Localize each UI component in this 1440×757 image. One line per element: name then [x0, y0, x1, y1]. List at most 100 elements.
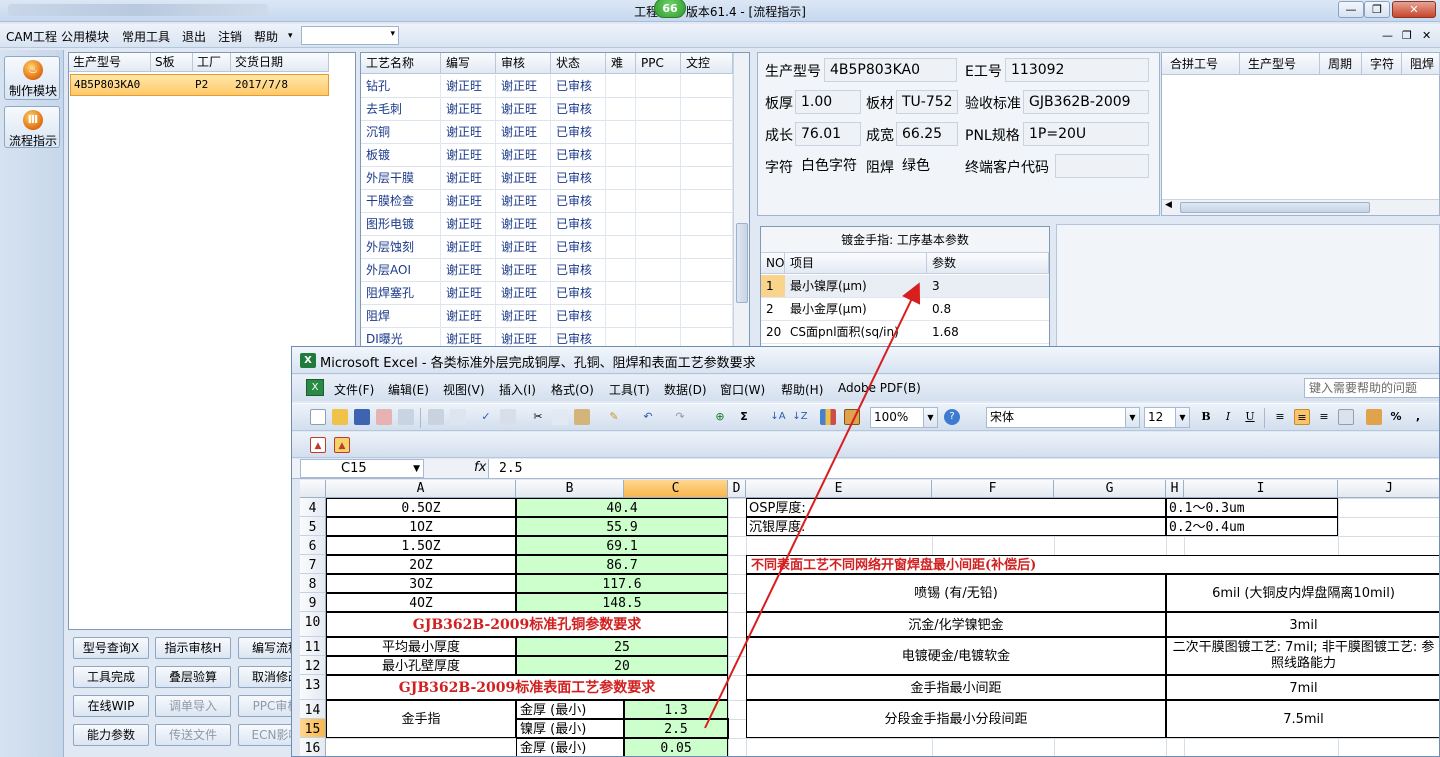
- save-icon[interactable]: [354, 409, 370, 425]
- field-thickness[interactable]: 1.00: [795, 90, 861, 114]
- cut-icon[interactable]: ✂: [530, 409, 546, 425]
- field-customer[interactable]: [1055, 154, 1149, 178]
- row-header-11[interactable]: 11: [300, 637, 326, 656]
- mdi-restore-button[interactable]: ❐: [1402, 29, 1412, 42]
- cell-spacing-process[interactable]: 分段金手指最小分段间距: [746, 700, 1166, 738]
- cell-spacing-process[interactable]: 沉金/化学镍钯金: [746, 612, 1166, 637]
- cell-surface-title[interactable]: GJB362B-2009标准表面工艺参数要求: [326, 675, 728, 700]
- menu-exit[interactable]: 退出: [182, 28, 206, 45]
- row-header-6[interactable]: 6: [300, 536, 326, 555]
- table-row[interactable]: 2 最小金厚(μm) 0.8: [761, 298, 1049, 321]
- cell-spacing-process[interactable]: 喷锡 (有/无铅): [746, 574, 1166, 612]
- underline-button[interactable]: U: [1242, 409, 1258, 425]
- autosum-icon[interactable]: Σ: [736, 409, 752, 425]
- minimize-button[interactable]: —: [1338, 1, 1364, 18]
- col-header-combine-no[interactable]: 合拼工号: [1162, 53, 1240, 75]
- comma-icon[interactable]: ,: [1410, 409, 1426, 425]
- email-icon[interactable]: [398, 409, 414, 425]
- permission-icon[interactable]: [376, 409, 392, 425]
- row-header-10[interactable]: 10: [300, 612, 326, 637]
- table-row[interactable]: 钻孔 谢正旺 谢正旺 已审核: [361, 75, 733, 98]
- fx-icon[interactable]: fx: [474, 460, 486, 475]
- col-header-date[interactable]: 交货日期: [231, 53, 329, 72]
- col-header-process[interactable]: 工艺名称: [361, 53, 441, 74]
- col-header-difficulty[interactable]: 难: [606, 53, 636, 74]
- cell-gold-finger[interactable]: 金手指: [326, 700, 516, 738]
- column-header-h[interactable]: H: [1166, 480, 1184, 498]
- open-icon[interactable]: [332, 409, 348, 425]
- field-standard[interactable]: GJB362B-2009: [1023, 90, 1149, 114]
- cell-gold-item[interactable]: 镍厚 (最小): [516, 719, 624, 738]
- excel-menu-adobe-pdf[interactable]: Adobe PDF(B): [838, 381, 921, 395]
- table-row[interactable]: 沉铜 谢正旺 谢正旺 已审核: [361, 121, 733, 144]
- formula-input[interactable]: 2.5: [488, 459, 1439, 478]
- table-row[interactable]: 外层AOI 谢正旺 谢正旺 已审核: [361, 259, 733, 282]
- print-preview-icon[interactable]: [450, 409, 466, 425]
- column-header-g[interactable]: G: [1054, 480, 1166, 498]
- spelling-icon[interactable]: ✓: [478, 409, 494, 425]
- cell-coating-value[interactable]: 0.2～0.4um: [1166, 517, 1338, 536]
- column-header-b[interactable]: B: [516, 480, 624, 498]
- print-icon[interactable]: [428, 409, 444, 425]
- cell-spacing-value[interactable]: 7mil: [1166, 675, 1439, 700]
- zoom-select[interactable]: 100% ▼: [870, 407, 938, 428]
- instruction-review-button[interactable]: 指示审核H: [155, 637, 231, 659]
- cell-spacing-value[interactable]: 7.5mil: [1166, 700, 1439, 738]
- cell-copper-thickness[interactable]: 55.9: [516, 517, 728, 536]
- col-header-char[interactable]: 字符: [1362, 53, 1402, 75]
- cell-gold-item[interactable]: 金厚 (最小): [516, 700, 624, 719]
- cell-copper-thickness[interactable]: 69.1: [516, 536, 728, 555]
- model-query-button[interactable]: 型号查询X: [73, 637, 149, 659]
- row-header-4[interactable]: 4: [300, 498, 326, 517]
- process-grid-scrollbar[interactable]: [733, 53, 749, 351]
- field-model[interactable]: 4B5P803KA0: [824, 58, 957, 82]
- row-header-14[interactable]: 14: [300, 700, 326, 719]
- nav-production-module[interactable]: ♨ 制作模块: [4, 56, 60, 100]
- cell-coating-value[interactable]: 0.1～0.3um: [1166, 498, 1338, 517]
- pdf-email-icon[interactable]: ▲: [334, 437, 350, 453]
- cell-copper-weight[interactable]: 3OZ: [326, 574, 516, 593]
- mdi-minimize-button[interactable]: —: [1382, 29, 1393, 42]
- col-header-ppc[interactable]: PPC: [636, 53, 681, 74]
- nav-flow-instruction[interactable]: Ⅲ 流程指示: [4, 106, 60, 148]
- col-header-doc-control[interactable]: 文控: [681, 53, 733, 74]
- table-row[interactable]: 20 CS面pnl面积(sq/in) 1.68: [761, 321, 1049, 344]
- table-row-selected[interactable]: 4B5P803KA0 P2 2017/7/8: [70, 74, 329, 96]
- row-header-12[interactable]: 12: [300, 656, 326, 675]
- hyperlink-icon[interactable]: ⊕: [712, 409, 728, 425]
- column-header-j[interactable]: J: [1338, 480, 1439, 498]
- maximize-button[interactable]: ❐: [1364, 1, 1390, 18]
- menu-logout[interactable]: 注销: [218, 28, 242, 45]
- close-button[interactable]: ✕: [1392, 1, 1436, 18]
- cell-hole-item[interactable]: 平均最小厚度: [326, 637, 516, 656]
- online-wip-button[interactable]: 在线WIP: [73, 695, 149, 717]
- table-row[interactable]: 阻焊 谢正旺 谢正旺 已审核: [361, 305, 733, 328]
- column-header-d[interactable]: D: [728, 480, 746, 498]
- row-header-16[interactable]: 16: [300, 738, 326, 756]
- col-header-combine-model[interactable]: 生产型号: [1240, 53, 1320, 75]
- table-row[interactable]: 图形电镀 谢正旺 谢正旺 已审核: [361, 213, 733, 236]
- table-row[interactable]: 干膜检查 谢正旺 谢正旺 已审核: [361, 190, 733, 213]
- menu-combo-box[interactable]: ▾: [301, 26, 399, 45]
- cell-spacing-process[interactable]: 金手指最小间距: [746, 675, 1166, 700]
- row-header-7[interactable]: 7: [300, 555, 326, 574]
- currency-icon[interactable]: [1366, 409, 1382, 425]
- cell-copper-weight[interactable]: 2OZ: [326, 555, 516, 574]
- research-icon[interactable]: [500, 409, 516, 425]
- sort-ascending-icon[interactable]: ↓A: [770, 409, 786, 425]
- scrollbar-thumb[interactable]: [1180, 202, 1370, 213]
- col-header-status[interactable]: 状态: [551, 53, 606, 74]
- notification-badge[interactable]: 66: [654, 0, 686, 18]
- cell-copper-thickness[interactable]: 40.4: [516, 498, 728, 517]
- convert-to-pdf-icon[interactable]: ▲: [310, 437, 326, 453]
- col-header-item[interactable]: 项目: [785, 253, 927, 274]
- drawing-icon[interactable]: [844, 409, 860, 425]
- cell-copper-weight[interactable]: 1OZ: [326, 517, 516, 536]
- row-header-9[interactable]: 9: [300, 593, 326, 612]
- table-row[interactable]: 外层干膜 谢正旺 谢正旺 已审核: [361, 167, 733, 190]
- field-pnl[interactable]: 1P=20U: [1023, 122, 1149, 146]
- undo-icon[interactable]: ↶: [640, 409, 656, 425]
- cell-hole-item[interactable]: 最小孔壁厚度: [326, 656, 516, 675]
- cell-coating-item[interactable]: OSP厚度:: [746, 498, 1166, 517]
- col-header-sboard[interactable]: S板: [151, 53, 193, 72]
